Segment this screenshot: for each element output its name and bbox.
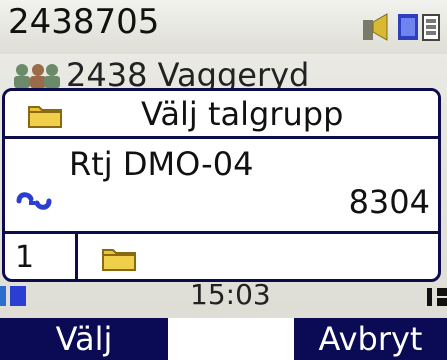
- time-bar: 15:03: [0, 278, 447, 314]
- current-group-row: 2438 Vaggeryd: [8, 56, 388, 94]
- link-icon: [15, 189, 53, 217]
- signal-icon: [397, 12, 419, 46]
- item-index: 1: [15, 240, 35, 275]
- phone-screen: 2438705 2438 Vaggeryd Välj talgrupp Rtj …: [0, 0, 447, 360]
- talkgroup-name[interactable]: Rtj DMO-04: [69, 145, 253, 183]
- radio-number: 2438705: [8, 2, 160, 42]
- select-softkey[interactable]: Välj: [0, 318, 168, 360]
- middle-softkey[interactable]: [168, 318, 294, 360]
- talkgroup-id: 8304: [348, 183, 430, 221]
- network-icon: [361, 12, 395, 46]
- footer-divider: [75, 234, 78, 279]
- dialog-footer: 1: [5, 231, 438, 279]
- battery-icon: [421, 12, 441, 46]
- select-talkgroup-dialog: Välj talgrupp Rtj DMO-04 8304 1: [2, 88, 441, 282]
- dialog-header: Välj talgrupp: [5, 91, 438, 139]
- cancel-softkey[interactable]: Avbryt: [294, 318, 447, 360]
- battery-level-icon: [0, 284, 28, 312]
- signal-strength-icon: [427, 284, 447, 312]
- status-bar: 2438705: [0, 0, 447, 54]
- folder-icon: [101, 244, 137, 276]
- dialog-title: Välj talgrupp: [141, 95, 344, 133]
- clock: 15:03: [190, 278, 271, 311]
- softkey-bar: Välj Avbryt: [0, 318, 447, 360]
- folder-icon: [27, 101, 63, 133]
- status-icons: [361, 12, 441, 46]
